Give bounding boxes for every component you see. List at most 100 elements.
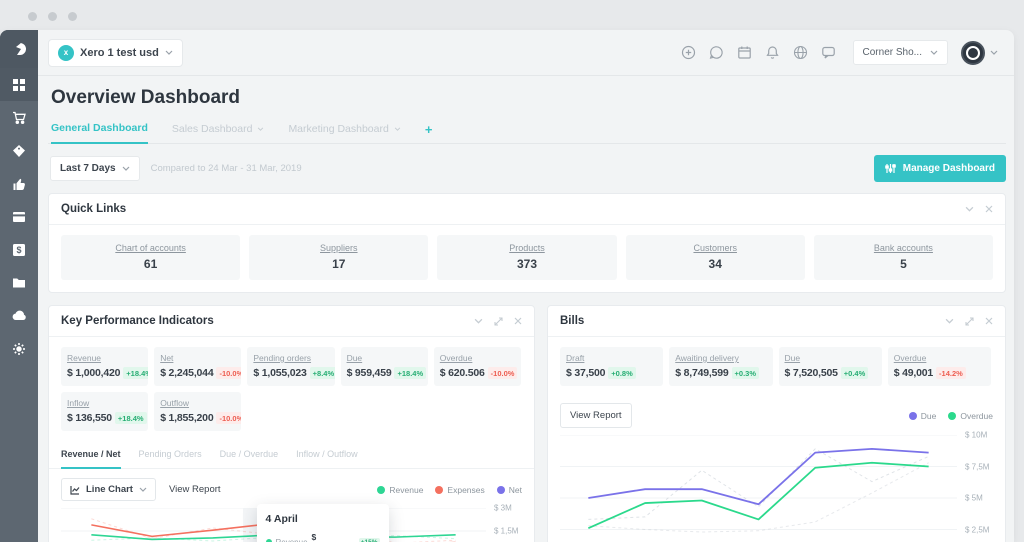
kpi-card-outflow: Outflow $ 1,855,200 -10.0%: [154, 392, 242, 431]
bills-panel-title: Bills: [560, 315, 585, 327]
quick-link-card: Suppliers 17: [249, 235, 429, 280]
gear-icon: [13, 342, 25, 355]
delta-badge: +0.3%: [731, 367, 760, 379]
kpi-card-revenue: Revenue $ 1,000,420+18.4%: [61, 347, 149, 386]
sidebar-item-sales[interactable]: $: [0, 233, 38, 266]
quick-link-chart-of-accounts[interactable]: Chart of accounts: [61, 243, 240, 253]
sidebar-item-files[interactable]: [0, 266, 38, 299]
bills-trend-chart[interactable]: 1 Apr2 Apr3 Apr4 Apr5 Apr6 Apr7 Apr $ 10…: [548, 431, 1005, 542]
dashboard-tabs: General Dashboard Sales Dashboard Market…: [48, 116, 1006, 144]
globe-icon[interactable]: [793, 45, 808, 60]
kpi-card-net: Net $ 2,245,044 -10.0%: [154, 347, 242, 386]
compare-period-label: Compared to 24 Mar - 31 Mar, 2019: [150, 163, 302, 174]
chevron-down-icon: [930, 50, 938, 55]
close-icon[interactable]: [514, 317, 522, 325]
chevron-down-icon: [258, 126, 264, 131]
tab-pending-orders[interactable]: Pending Orders: [139, 441, 202, 468]
delta-badge: -10.0%: [487, 367, 518, 379]
kpi-trend-chart[interactable]: 4 April Revenue $ 1,246,400+15%: [49, 504, 534, 542]
window-zoom-button[interactable]: [68, 12, 77, 21]
kpi-card-overdue: Overdue $ 620.506 -10.0%: [433, 347, 521, 386]
quick-links-title: Quick Links: [61, 203, 127, 215]
delta-badge: -10.0%: [216, 412, 242, 424]
sidebar-item-orders[interactable]: [0, 101, 38, 134]
store-selector[interactable]: Corner Sho...: [852, 40, 948, 65]
bills-chart-controls: View Report Due Overdue: [548, 394, 1005, 433]
app-frame: $ x Xero 1 test usd Corner Sho... Overvi…: [0, 30, 1014, 542]
manage-dashboard-button[interactable]: Manage Dashboard: [873, 155, 1006, 182]
sliders-icon: [884, 164, 896, 173]
kpi-card-pending-orders: Pending orders $ 1,055,023 +8.4%: [247, 347, 335, 386]
revenue-legend-dot: [377, 485, 386, 494]
quick-link-bank-accounts[interactable]: Bank accounts: [814, 243, 993, 253]
tab-sales-dashboard[interactable]: Sales Dashboard: [172, 117, 265, 143]
sidebar-item-integrations[interactable]: [0, 299, 38, 332]
tab-marketing-dashboard[interactable]: Marketing Dashboard: [288, 117, 401, 143]
window-minimize-button[interactable]: [48, 12, 57, 21]
delta-badge: -14.2%: [936, 367, 966, 379]
sidebar-item-settings[interactable]: [0, 332, 38, 365]
tab-general-dashboard[interactable]: General Dashboard: [51, 116, 148, 144]
view-report-button[interactable]: View Report: [165, 479, 225, 500]
collapse-icon[interactable]: [965, 206, 974, 212]
avatar: [961, 40, 985, 65]
sidebar-item-billing[interactable]: [0, 200, 38, 233]
delta-badge: +18.4%: [394, 367, 427, 379]
quick-link-card: Bank accounts 5: [813, 235, 994, 280]
date-range-select[interactable]: Last 7 Days: [50, 156, 140, 181]
delta-badge: +18.4%: [123, 367, 149, 379]
org-avatar: x: [58, 44, 74, 61]
chat-icon[interactable]: [709, 45, 724, 60]
expand-icon[interactable]: [965, 316, 974, 326]
kpi-panel-title: Key Performance Indicators: [61, 315, 214, 327]
kpi-chart-controls: Line Chart View Report Revenue Expenses …: [49, 469, 534, 506]
bills-card-draft: Draft $ 37,500 +0.8%: [560, 347, 664, 386]
kpi-legend: Revenue Expenses Net: [377, 485, 522, 495]
tab-due-overdue[interactable]: Due / Overdue: [220, 441, 279, 468]
calendar-icon[interactable]: [737, 45, 752, 60]
kpi-panel: Key Performance Indicators Revenue $ 1,0…: [48, 305, 535, 542]
org-switcher-label: Xero 1 test usd: [80, 46, 159, 59]
quick-link-products[interactable]: Products: [437, 243, 616, 253]
dashboard-icon: [13, 78, 25, 91]
close-icon[interactable]: [985, 317, 993, 325]
feedback-icon[interactable]: [821, 45, 836, 60]
chart-tooltip: 4 April Revenue $ 1,246,400+15%: [256, 504, 389, 542]
bell-icon[interactable]: [765, 45, 780, 60]
store-selector-value: Corner Sho...: [862, 47, 922, 58]
chart-type-select[interactable]: Line Chart: [61, 478, 156, 501]
quick-link-suppliers[interactable]: Suppliers: [249, 243, 428, 253]
delta-badge: +8.4%: [309, 367, 335, 379]
collapse-icon[interactable]: [945, 318, 954, 324]
svg-text:$: $: [16, 245, 21, 255]
expenses-legend-dot: [435, 485, 444, 494]
view-report-button[interactable]: View Report: [560, 403, 632, 428]
chevron-down-icon: [139, 487, 147, 492]
window-close-button[interactable]: [28, 12, 37, 21]
close-icon[interactable]: [985, 205, 993, 213]
sidebar: $: [0, 30, 38, 542]
add-dashboard-tab-button[interactable]: +: [425, 122, 433, 137]
tag-icon: [13, 144, 25, 157]
thumbs-up-icon: [13, 178, 25, 190]
bills-panel: Bills Draft $ 37,500 +0.8% Awaiting deli…: [547, 305, 1006, 542]
collapse-icon[interactable]: [474, 318, 483, 324]
expand-icon[interactable]: [494, 316, 503, 326]
quick-link-customers[interactable]: Customers: [626, 243, 805, 253]
tab-revenue-net[interactable]: Revenue / Net: [61, 441, 121, 469]
delta-badge: -10.0%: [216, 367, 242, 379]
kpi-cards: Revenue $ 1,000,420+18.4% Net $ 2,245,04…: [49, 337, 534, 439]
user-menu[interactable]: [961, 40, 998, 65]
app-logo-icon[interactable]: [0, 30, 38, 68]
delta-badge: +0.8%: [608, 367, 636, 379]
page-title: Overview Dashboard: [51, 87, 241, 108]
bills-legend: Due Overdue: [908, 411, 993, 421]
org-switcher[interactable]: x Xero 1 test usd: [48, 38, 183, 67]
sidebar-item-dashboard[interactable]: [0, 68, 38, 101]
line-chart-icon: [70, 485, 80, 495]
sidebar-item-marketing[interactable]: [0, 167, 38, 200]
tab-inflow-outflow[interactable]: Inflow / Outflow: [296, 441, 358, 468]
add-icon[interactable]: [681, 45, 696, 60]
kpi-metric-tabs: Revenue / Net Pending Orders Due / Overd…: [49, 439, 534, 469]
sidebar-item-products[interactable]: [0, 134, 38, 167]
